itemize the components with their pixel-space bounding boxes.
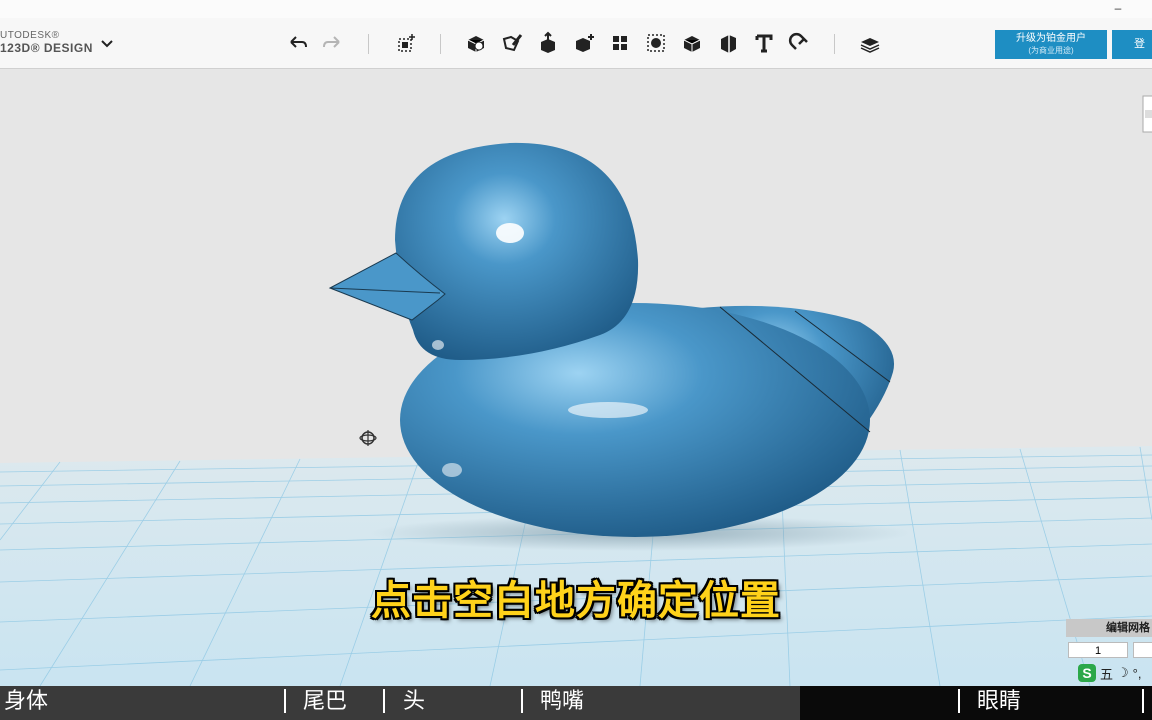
logo-brand: UTODESK® (0, 30, 60, 41)
modify-icon[interactable] (570, 29, 598, 57)
timeline-unplayed (800, 686, 1152, 720)
materials-icon[interactable] (856, 29, 884, 57)
ime-status-bar[interactable]: S 五 ☽ °, (1078, 662, 1152, 684)
upgrade-button[interactable]: 升级为铂金用户 (为商业用途) (995, 30, 1107, 59)
chapter-eyes[interactable]: 眼睛 (977, 688, 1021, 716)
ime-mode[interactable]: 五 (1100, 664, 1113, 683)
chapter-head[interactable]: 头 (403, 688, 425, 716)
chapter-divider (958, 689, 960, 713)
primitives-icon[interactable] (462, 29, 490, 57)
video-subtitle: 点击空白地方确定位置 (371, 578, 781, 624)
text-icon[interactable] (750, 29, 778, 57)
chapter-body[interactable]: 身体 (4, 688, 48, 716)
head-highlight-lower (432, 340, 444, 350)
orbit-cursor-icon (359, 429, 377, 447)
redo-icon[interactable] (318, 29, 346, 57)
chapter-tail[interactable]: 尾巴 (303, 688, 347, 716)
login-button[interactable]: 登录 (1112, 30, 1152, 59)
chapter-timeline: 身体 尾巴 头 鸭嘴 眼睛 (0, 686, 1152, 720)
combine-icon[interactable] (678, 29, 706, 57)
construct-icon[interactable] (534, 29, 562, 57)
body-highlight (568, 402, 648, 418)
grid-value-input[interactable]: 1 (1068, 642, 1128, 658)
chapter-divider (521, 689, 523, 713)
measure-icon[interactable] (714, 29, 742, 57)
chapter-divider (1142, 689, 1144, 713)
duck-head[interactable] (395, 142, 639, 360)
ime-logo-icon: S (1078, 664, 1096, 682)
undo-icon[interactable] (284, 29, 312, 57)
chapter-divider (284, 689, 286, 713)
pattern-icon[interactable] (606, 29, 634, 57)
upgrade-sublabel: (为商业用途) (1028, 46, 1074, 55)
snap-icon[interactable] (786, 29, 814, 57)
grid-unit-input[interactable] (1133, 642, 1152, 658)
chevron-down-icon[interactable] (98, 34, 116, 52)
minimize-button[interactable]: ‒ (1108, 0, 1128, 18)
chapter-divider (383, 689, 385, 713)
window-titlebar: ‒ (0, 0, 1152, 18)
toolbar-divider (834, 34, 835, 54)
ime-punct[interactable]: °, (1133, 666, 1142, 681)
main-toolbar: UTODESK® 123D® DESIGN 升级为铂金用户 (为商业用途) 登 (0, 18, 1152, 69)
upgrade-label: 升级为铂金用户 (1016, 33, 1086, 44)
transform-icon[interactable] (392, 29, 420, 57)
edit-grid-panel-title: 编辑网格 (1066, 619, 1152, 637)
logo-product: 123D® DESIGN (0, 41, 93, 55)
app-logo: UTODESK® 123D® DESIGN (0, 30, 93, 55)
group-icon[interactable] (642, 29, 670, 57)
sketch-icon[interactable] (498, 29, 526, 57)
body-highlight-side (442, 463, 462, 477)
toolbar-divider (440, 34, 441, 54)
chapter-beak[interactable]: 鸭嘴 (540, 688, 584, 716)
head-highlight (496, 223, 524, 243)
ime-moon-icon[interactable]: ☽ (1117, 665, 1129, 681)
toolbar-divider (368, 34, 369, 54)
